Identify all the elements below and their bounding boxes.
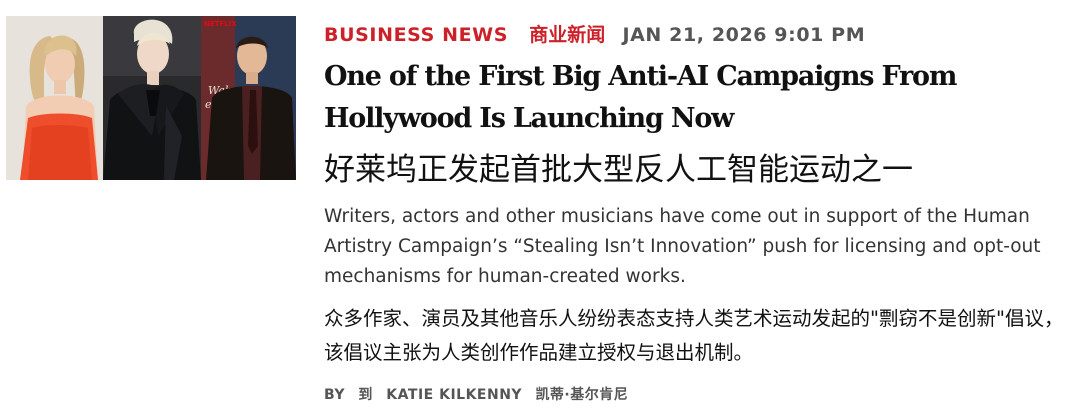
article-title-translation[interactable]: 好莱坞正发起首批大型反人工智能运动之一: [324, 146, 913, 194]
publish-date: JAN 21, 2026 9:01 PM: [622, 24, 866, 46]
author-link[interactable]: KATIE KILKENNY: [386, 387, 522, 403]
author-translation: 凯蒂·基尔肯尼: [535, 387, 629, 403]
backdrop-logo-text: NETFLIX: [204, 20, 237, 28]
photo-panel-2: [103, 16, 201, 180]
article-thumbnail[interactable]: NETFLIX Wake ead M: [6, 16, 296, 180]
photo-panel-1: [6, 16, 103, 180]
byline: BY 到 KATIE KILKENNY 凯蒂·基尔肯尼: [324, 384, 628, 404]
article-title[interactable]: One of the First Big Anti-AI Campaigns F…: [324, 56, 1064, 140]
article-summary: Writers, actors and other musicians have…: [324, 206, 1041, 287]
thumbnail-photo: NETFLIX Wake ead M: [6, 16, 296, 180]
byline-prefix-translation: 到: [358, 387, 373, 403]
byline-prefix: BY: [324, 387, 346, 403]
category-translation: 商业新闻: [529, 24, 606, 46]
article-summary-translation: 众多作家、演员及其他音乐人纷纷表态支持人类艺术运动发起的"剽窃不是创新"倡议，该…: [324, 307, 1064, 364]
category-link[interactable]: BUSINESS NEWS: [324, 24, 508, 46]
article-meta: BUSINESS NEWS 商业新闻 JAN 21, 2026 9:01 PM: [324, 20, 865, 47]
photo-panel-3: NETFLIX Wake ead M: [201, 16, 296, 180]
